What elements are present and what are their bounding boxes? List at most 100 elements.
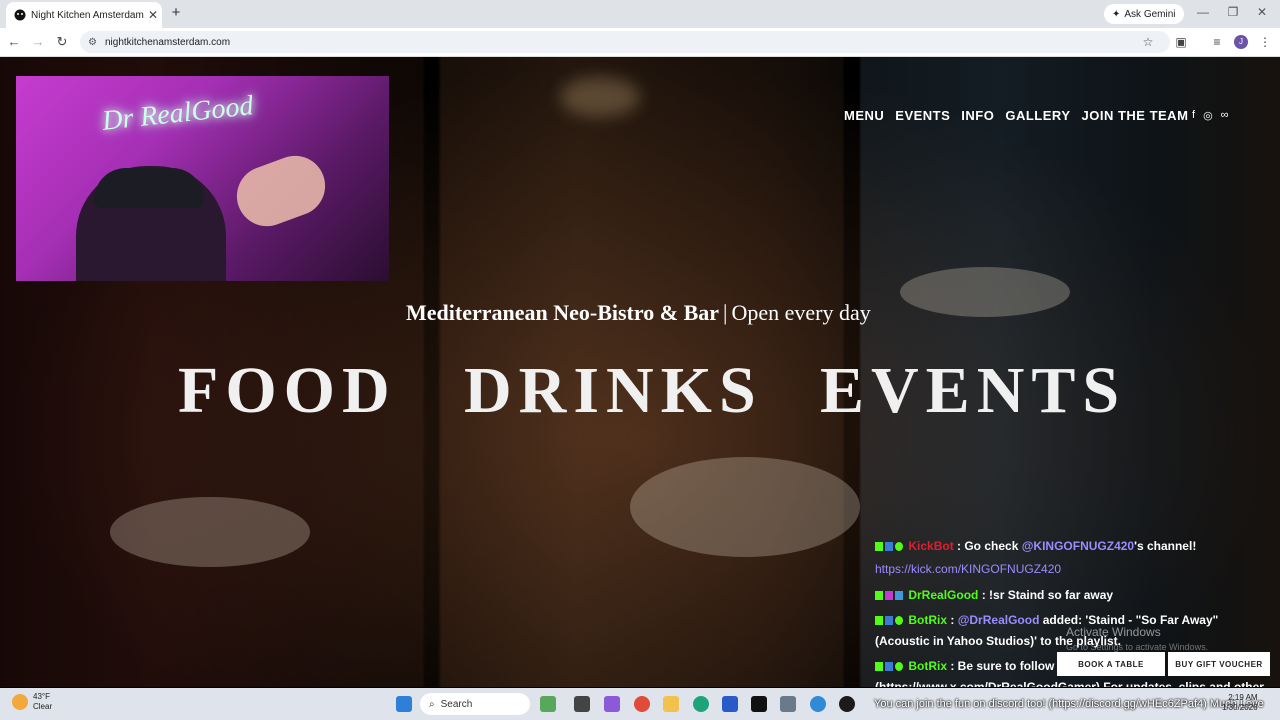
- task-view-icon[interactable]: [574, 696, 590, 712]
- nav-item-gallery[interactable]: GALLERY: [1005, 108, 1070, 123]
- bot-badge-icon: [885, 662, 893, 672]
- facebook-icon[interactable]: f: [1192, 109, 1195, 122]
- buy-gift-voucher-button[interactable]: BUY GIFT VOUCHER: [1168, 652, 1270, 676]
- address-toolbar: ← → ↻ ⚙ nightkitchenamsterdam.com ☆ ▣ ≡ …: [0, 28, 1280, 57]
- bot-badge-icon: [885, 616, 893, 626]
- windows-taskbar: 43°F Clear ⌕ Search You can join the fun…: [0, 688, 1280, 720]
- verified-badge-icon: [895, 542, 903, 552]
- widgets-icon[interactable]: [540, 696, 556, 712]
- chrome-icon[interactable]: [634, 696, 650, 712]
- neon-sign: Dr RealGood: [100, 90, 255, 137]
- media-controls-icon[interactable]: ≡: [1209, 34, 1225, 50]
- hero-word-food: FOOD: [178, 354, 397, 427]
- cast-icon[interactable]: ▣: [1173, 34, 1189, 50]
- browser-tab[interactable]: Night Kitchen Amsterdam | Me ✕: [6, 2, 162, 28]
- search-icon: ⌕: [429, 698, 435, 710]
- plate-image: [900, 267, 1070, 317]
- tab-title: Night Kitchen Amsterdam | Me: [31, 9, 144, 21]
- streamer-hand: [228, 147, 334, 235]
- reload-icon[interactable]: ↻: [54, 34, 70, 50]
- file-explorer-icon[interactable]: [663, 696, 679, 712]
- store-icon[interactable]: [722, 696, 738, 712]
- streamer-cap: [94, 168, 204, 208]
- chat-link[interactable]: https://kick.com/KINGOFNUGZ420: [875, 562, 1061, 576]
- activate-windows-subtitle: Go to Settings to activate Windows.: [1066, 642, 1209, 652]
- nav-item-events[interactable]: EVENTS: [895, 108, 950, 123]
- ask-gemini-label: Ask Gemini: [1124, 8, 1176, 20]
- edge-icon[interactable]: [693, 696, 709, 712]
- verified-badge-icon: [895, 616, 903, 626]
- capcut-icon[interactable]: [751, 696, 767, 712]
- url-text: nightkitchenamsterdam.com: [104, 36, 231, 48]
- more-menu-icon[interactable]: ⋮: [1257, 34, 1273, 50]
- stream-ticker: You can join the fun on discord too! (ht…: [874, 698, 1264, 710]
- chat-username: DrRealGood: [908, 588, 979, 602]
- ask-gemini-button[interactable]: ✦ Ask Gemini: [1104, 4, 1184, 24]
- tripadvisor-icon[interactable]: ∞: [1221, 109, 1229, 122]
- activate-windows-title: Activate Windows: [1066, 625, 1161, 639]
- webcam-overlay: Dr RealGood: [16, 76, 389, 281]
- chat-mention: @DrRealGood: [957, 613, 1040, 627]
- new-tab-button[interactable]: +: [168, 5, 184, 21]
- kick-badge-icon: [875, 662, 883, 672]
- hero-section: MENU EVENTS INFO GALLERY JOIN THE TEAM f…: [0, 57, 1280, 687]
- back-arrow-icon[interactable]: ←: [6, 34, 22, 50]
- browser-tab-strip: Night Kitchen Amsterdam | Me ✕ + ✦ Ask G…: [0, 0, 1280, 28]
- bookmark-star-icon[interactable]: ☆: [1140, 34, 1156, 50]
- taskbar-search[interactable]: ⌕ Search: [420, 693, 530, 715]
- weather-description: Clear: [33, 702, 53, 711]
- gemini-sparkle-icon: ✦: [1112, 8, 1121, 20]
- app-icon[interactable]: [810, 696, 826, 712]
- nav-item-info[interactable]: INFO: [961, 108, 994, 123]
- site-nav: MENU EVENTS INFO GALLERY JOIN THE TEAM: [844, 108, 1188, 123]
- clock-time: 2:19 AM: [1228, 693, 1258, 702]
- plate-image: [110, 497, 310, 567]
- site-info-icon[interactable]: ⚙: [88, 37, 97, 48]
- kick-badge-icon: [875, 542, 883, 552]
- kick-badge-icon: [875, 591, 883, 601]
- profile-avatar[interactable]: J: [1234, 35, 1248, 49]
- bot-badge-icon: [885, 542, 893, 552]
- minimize-button[interactable]: —: [1193, 5, 1213, 19]
- tagline: Mediterranean Neo-Bistro & Bar | Open ever…: [406, 300, 871, 326]
- nav-item-join-the-team[interactable]: JOIN THE TEAM: [1082, 108, 1189, 123]
- chat-message: KickBot : Go check @KINGOFNUGZ420's chan…: [875, 535, 1275, 558]
- chat-text: : !sr Staind so far away: [978, 588, 1114, 602]
- kick-badge-icon: [875, 616, 883, 626]
- chat-text: 's channel!: [1134, 539, 1197, 553]
- chat-link-line: https://kick.com/KINGOFNUGZ420: [875, 558, 1275, 581]
- weather-widget[interactable]: 43°F Clear: [12, 692, 52, 712]
- site-favicon-icon: [14, 9, 26, 21]
- hero-word-events: EVENTS: [820, 354, 1127, 427]
- omnibox[interactable]: ⚙ nightkitchenamsterdam.com: [80, 31, 1170, 53]
- settings-gear-icon[interactable]: [780, 696, 796, 712]
- copilot-icon[interactable]: [604, 696, 620, 712]
- chat-username: BotRix: [908, 659, 948, 673]
- windows-start-icon[interactable]: [396, 696, 412, 712]
- system-clock[interactable]: 2:19 AM 1/30/2026: [1222, 693, 1258, 713]
- shield-badge-icon: [895, 591, 903, 601]
- chat-mention: @KINGOFNUGZ420: [1021, 539, 1135, 553]
- candle-glow: [560, 77, 640, 117]
- moon-weather-icon: [12, 694, 28, 710]
- tagline-separator: |: [723, 300, 728, 325]
- nav-item-menu[interactable]: MENU: [844, 108, 884, 123]
- tagline-open: Open every day: [731, 300, 871, 325]
- chat-text: : Go check: [953, 539, 1022, 553]
- chat-text: :: [947, 613, 958, 627]
- close-tab-icon[interactable]: ✕: [144, 8, 162, 22]
- chat-username: KickBot: [908, 539, 954, 553]
- chat-username: BotRix: [908, 613, 948, 627]
- social-links: f ◎ ∞: [1192, 109, 1229, 122]
- search-placeholder: Search: [440, 698, 473, 710]
- weather-temperature: 43°F: [33, 692, 50, 701]
- close-window-button[interactable]: ✕: [1252, 5, 1272, 19]
- mic-badge-icon: [885, 591, 893, 601]
- instagram-icon[interactable]: ◎: [1203, 109, 1213, 122]
- restore-button[interactable]: ❐: [1223, 5, 1243, 19]
- hero-word-drinks: DRINKS: [464, 354, 763, 427]
- forward-arrow-icon[interactable]: →: [30, 34, 46, 50]
- book-a-table-button[interactable]: BOOK A TABLE: [1057, 652, 1165, 676]
- obs-icon[interactable]: [839, 696, 855, 712]
- chat-message: DrRealGood : !sr Staind so far away: [875, 584, 1275, 607]
